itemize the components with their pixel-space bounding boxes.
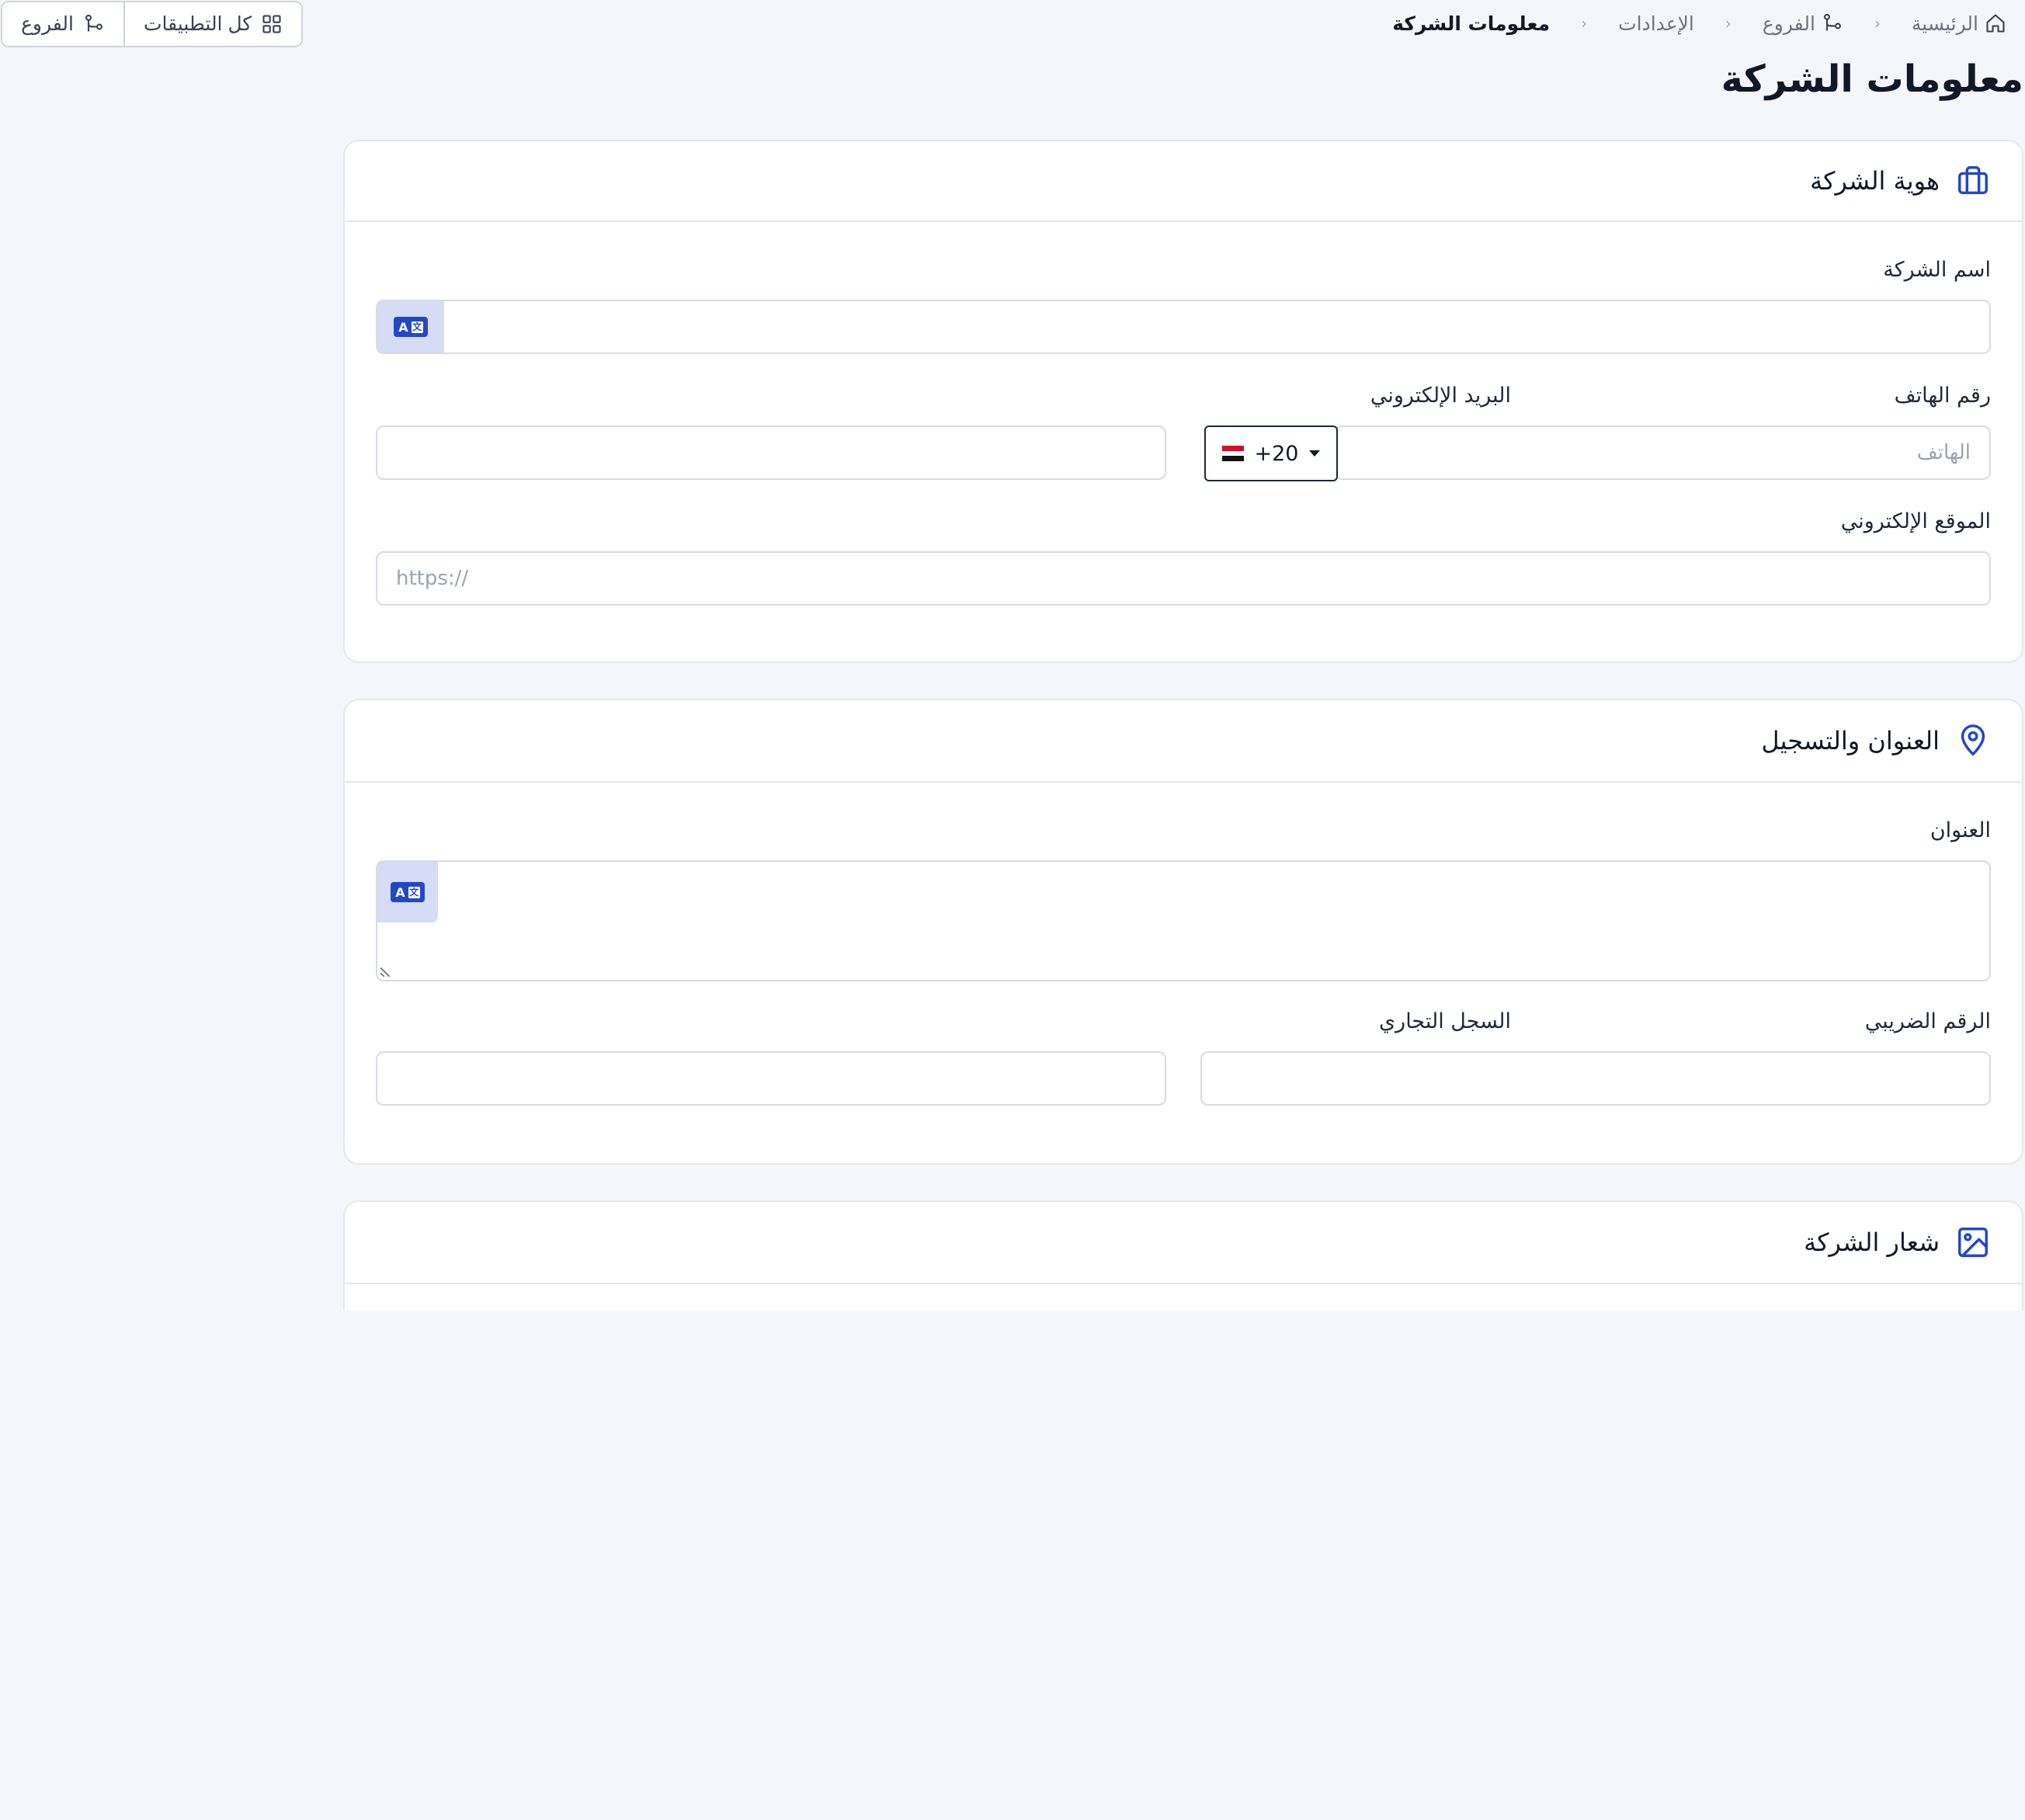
address-registration-card: العنوان والتسجيل العنوان A文 الرقم الضريب… (343, 699, 2023, 1165)
address-textarea[interactable] (376, 860, 1991, 981)
translate-icon: A文 (391, 882, 425, 902)
grid-icon (262, 15, 281, 33)
card-title: شعار الشركة (1804, 1228, 1940, 1257)
map-pin-icon (1961, 724, 1985, 756)
email-label: البريد الإلكتروني (1370, 384, 1511, 408)
breadcrumb-separator: ‹ (1581, 14, 1588, 33)
translate-button[interactable]: A文 (377, 301, 444, 353)
card-header: هوية الشركة (345, 141, 2022, 222)
company-name-label: اسم الشركة (1883, 258, 1991, 282)
branches-button-label: الفروع (21, 13, 74, 35)
breadcrumb-branches-label: الفروع (1762, 12, 1815, 35)
address-label: العنوان (1929, 818, 1991, 842)
resize-handle-icon[interactable] (379, 964, 393, 978)
briefcase-icon (1958, 166, 1988, 195)
image-icon (1958, 1228, 1988, 1257)
branches-button[interactable]: الفروع (2, 2, 123, 46)
breadcrumb-current: معلومات الشركة (1392, 12, 1551, 35)
translate-button[interactable]: A文 (377, 862, 438, 922)
country-code-select[interactable]: +20 (1204, 425, 1338, 481)
website-input[interactable]: https:// (376, 551, 1991, 606)
breadcrumb-home-label: الرئيسية (1911, 12, 1978, 35)
all-apps-button[interactable]: كل التطبيقات (123, 2, 302, 46)
country-code-value: +20 (1254, 441, 1299, 466)
chevron-down-icon (1309, 450, 1321, 457)
top-actions: الفروع كل التطبيقات (1, 1, 304, 47)
breadcrumb-separator: ‹ (1725, 14, 1731, 33)
tax-number-label: الرقم الضريبي (1864, 1009, 1991, 1033)
breadcrumb-branches[interactable]: الفروع (1763, 12, 1843, 35)
email-input[interactable] (376, 425, 1166, 480)
card-title: هوية الشركة (1810, 166, 1940, 196)
company-logo-card: شعار الشركة (343, 1200, 2023, 1311)
tax-number-input[interactable] (1200, 1051, 1991, 1106)
breadcrumb-home[interactable]: الرئيسية (1912, 12, 2006, 35)
egypt-flag-icon (1221, 446, 1244, 462)
all-apps-button-label: كل التطبيقات (144, 13, 252, 35)
translate-icon: A文 (394, 317, 428, 337)
breadcrumb: الرئيسية ‹ الفروع ‹ الإعدادات ‹ معلومات … (1392, 0, 2006, 47)
company-identity-card: هوية الشركة اسم الشركة A文 رقم الهاتف اله… (343, 140, 2023, 663)
breadcrumb-separator: ‹ (1874, 14, 1881, 33)
commercial-register-input[interactable] (376, 1051, 1166, 1106)
phone-label: رقم الهاتف (1894, 384, 1991, 408)
phone-input[interactable]: الهاتف (1334, 425, 1991, 480)
branch-icon (85, 14, 102, 32)
company-name-input[interactable] (376, 300, 1991, 354)
page-title: معلومات الشركة (1721, 57, 2023, 101)
branch-icon (1823, 13, 1841, 31)
breadcrumb-settings-label: الإعدادات (1618, 12, 1694, 35)
home-icon (1986, 14, 2005, 33)
breadcrumb-settings[interactable]: الإعدادات (1618, 12, 1694, 35)
commercial-register-label: السجل التجاري (1379, 1009, 1511, 1033)
card-header: شعار الشركة (345, 1202, 2022, 1284)
card-title: العنوان والتسجيل (1761, 726, 1940, 755)
website-label: الموقع الإلكتروني (1840, 509, 1991, 533)
card-header: العنوان والتسجيل (345, 700, 2022, 783)
